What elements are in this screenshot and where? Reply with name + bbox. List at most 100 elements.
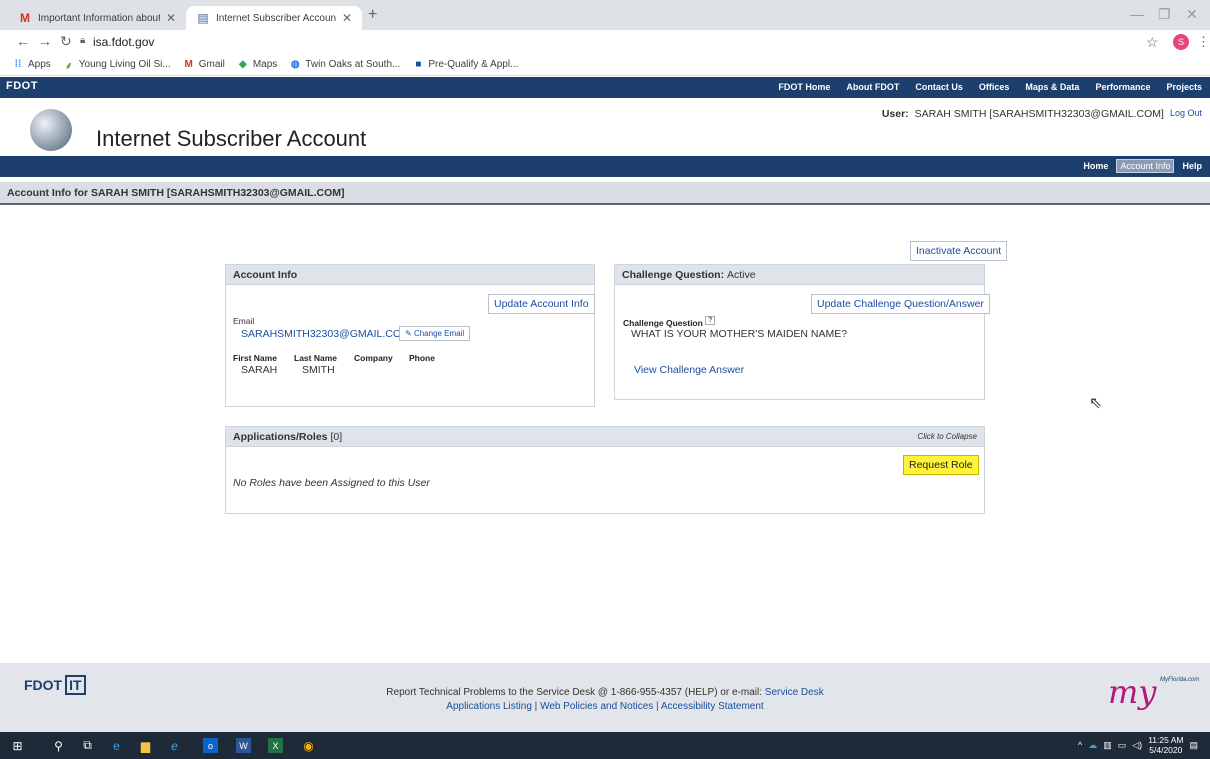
edge-icon[interactable]: e [109, 738, 124, 753]
collapse-toggle[interactable]: Click to Collapse [917, 432, 977, 441]
internet-explorer-icon[interactable]: e [167, 738, 182, 753]
chevron-up-icon[interactable]: ^ [1078, 740, 1082, 750]
browser-tab-isa[interactable]: ▤ Internet Subscriber Account ✕ [186, 6, 362, 30]
account-info-heading: Account Info for SARAH SMITH [SARAHSMITH… [0, 182, 1210, 205]
lock-icon: 🔒︎ [80, 35, 86, 46]
subnav-account-info[interactable]: Account Info [1116, 159, 1175, 173]
bookmark-apps[interactable]: ⁞⁞ Apps [12, 59, 51, 71]
menu-dots-icon[interactable]: ⋮ [1197, 34, 1210, 50]
bookmark-pre-qualify[interactable]: ■ Pre-Qualify & Appl... [412, 59, 518, 71]
globe-logo-icon [30, 109, 72, 151]
nav-fdot-home[interactable]: FDOT Home [778, 82, 830, 92]
minimize-icon[interactable]: — [1130, 6, 1144, 22]
reload-icon[interactable]: ↻ [60, 33, 72, 50]
task-view-icon[interactable]: ⧉ [80, 738, 95, 753]
first-name-label: First Name [233, 353, 277, 363]
bookmark-twin-oaks[interactable]: ◍ Twin Oaks at South... [289, 59, 400, 71]
outlook-icon[interactable]: o [203, 738, 218, 753]
leaf-icon: ⸙ [65, 60, 73, 72]
gmail-icon: M [184, 59, 193, 70]
user-info: User: SARAH SMITH [SARAHSMITH32303@GMAIL… [882, 108, 1202, 120]
word-icon[interactable]: W [236, 738, 251, 753]
web-policies-link[interactable]: Web Policies and Notices [540, 701, 653, 712]
nav-performance[interactable]: Performance [1095, 82, 1150, 92]
inactivate-account-button[interactable]: Inactivate Account [910, 241, 1008, 261]
applications-roles-panel: Applications/Roles [0] Click to Collapse… [225, 426, 985, 514]
fdot-logo[interactable]: FDOT [6, 80, 38, 92]
back-icon[interactable]: ← [16, 33, 30, 49]
bookmark-star-icon[interactable]: ☆ [1146, 34, 1159, 51]
windows-start-icon[interactable]: ⊞ [10, 738, 25, 753]
app-title: Internet Subscriber Account [96, 126, 367, 151]
panel-header: Applications/Roles [0] Click to Collapse [226, 427, 984, 447]
account-info-panel: Account Info Update Account Info Email S… [225, 264, 595, 407]
pencil-icon: ✎ [405, 329, 412, 338]
volume-icon[interactable]: ◁) [1132, 740, 1142, 751]
top-nav-links: FDOT Home About FDOT Contact Us Offices … [778, 82, 1202, 92]
browser-tab-gmail[interactable]: M Important Information about yo ✕ [8, 6, 186, 30]
email-label: Email [233, 316, 255, 326]
challenge-question-panel: Challenge Question: Active Update Challe… [614, 264, 990, 400]
gmail-icon: M [20, 11, 30, 25]
help-icon[interactable]: ? [705, 316, 716, 325]
nav-offices[interactable]: Offices [979, 82, 1010, 92]
panel-header: Challenge Question: Active [615, 265, 984, 285]
new-tab-button[interactable]: + [368, 6, 377, 24]
network-icon[interactable]: ▥ [1103, 740, 1112, 751]
close-window-icon[interactable]: ✕ [1186, 6, 1198, 23]
nav-about-fdot[interactable]: About FDOT [846, 82, 899, 92]
mouse-cursor-icon: ⇖ [1089, 395, 1103, 412]
notifications-icon[interactable]: ▤ [1189, 740, 1198, 751]
page-icon: ▤ [197, 11, 209, 25]
user-value: SARAH SMITH [SARAHSMITH32303@GMAIL.COM] [914, 108, 1164, 120]
system-tray: ^ ☁ ▥ ▭ ◁) 11:25 AM 5/4/2020 ▤ [1078, 735, 1198, 755]
close-tab-icon[interactable]: ✕ [342, 11, 352, 25]
change-email-button[interactable]: ✎ Change Email [399, 326, 471, 341]
nav-contact-us[interactable]: Contact Us [915, 82, 963, 92]
myflorida-logo[interactable]: my [1108, 673, 1156, 711]
restore-icon[interactable]: ❐ [1158, 6, 1171, 23]
tab-title: Important Information about yo [38, 12, 160, 24]
profile-avatar[interactable]: S [1173, 34, 1189, 50]
url-field[interactable]: isa.fdot.gov [93, 35, 154, 49]
last-name-label: Last Name [294, 353, 337, 363]
update-challenge-button[interactable]: Update Challenge Question/Answer [811, 294, 990, 314]
logout-link[interactable]: Log Out [1170, 108, 1202, 120]
app-header: Internet Subscriber Account User: SARAH … [0, 98, 1210, 156]
bookmark-gmail[interactable]: M Gmail [183, 59, 225, 71]
excel-icon[interactable]: X [268, 738, 283, 753]
myflorida-url: MyFlorida.com [1160, 677, 1200, 683]
address-bar: ← → ↻ 🔒︎ isa.fdot.gov ☆ [0, 30, 1210, 54]
clock[interactable]: 11:25 AM 5/4/2020 [1148, 735, 1183, 755]
update-account-info-button[interactable]: Update Account Info [488, 294, 595, 314]
close-tab-icon[interactable]: ✕ [166, 11, 176, 25]
service-desk-link[interactable]: Service Desk [765, 687, 824, 698]
view-challenge-answer-link[interactable]: View Challenge Answer [634, 364, 744, 376]
tab-title: Internet Subscriber Account [216, 12, 336, 24]
nav-projects[interactable]: Projects [1166, 82, 1202, 92]
bookmark-maps[interactable]: ◆ Maps [237, 59, 277, 71]
page-footer: FDOT IT Report Technical Problems to the … [0, 663, 1210, 732]
user-label: User: [881, 108, 909, 120]
chrome-icon[interactable]: ◉ [301, 738, 316, 753]
bookmark-young-living[interactable]: ⸙ Young Living Oil Si... [63, 59, 171, 72]
nav-maps-data[interactable]: Maps & Data [1025, 82, 1079, 92]
challenge-status: Active [727, 269, 756, 281]
no-roles-message: No Roles have been Assigned to this User [233, 477, 430, 489]
challenge-question-value: WHAT IS YOUR MOTHER'S MAIDEN NAME? [631, 328, 848, 340]
company-label: Company [354, 353, 393, 363]
subnav-help[interactable]: Help [1182, 161, 1202, 171]
globe-icon: ◍ [290, 59, 300, 70]
forward-icon[interactable]: → [38, 33, 52, 49]
accessibility-link[interactable]: Accessibility Statement [661, 701, 764, 712]
panel-header: Account Info [226, 265, 594, 285]
tab-strip: M Important Information about yo ✕ ▤ Int… [0, 0, 1210, 30]
request-role-button[interactable]: Request Role [903, 455, 979, 475]
search-icon[interactable]: ⚲ [51, 738, 66, 753]
maps-icon: ◆ [238, 59, 247, 70]
applications-listing-link[interactable]: Applications Listing [446, 701, 532, 712]
file-explorer-icon[interactable]: ▆ [138, 738, 153, 753]
subnav-home[interactable]: Home [1083, 161, 1108, 171]
display-icon[interactable]: ▭ [1118, 740, 1127, 751]
onedrive-icon[interactable]: ☁ [1088, 740, 1097, 751]
